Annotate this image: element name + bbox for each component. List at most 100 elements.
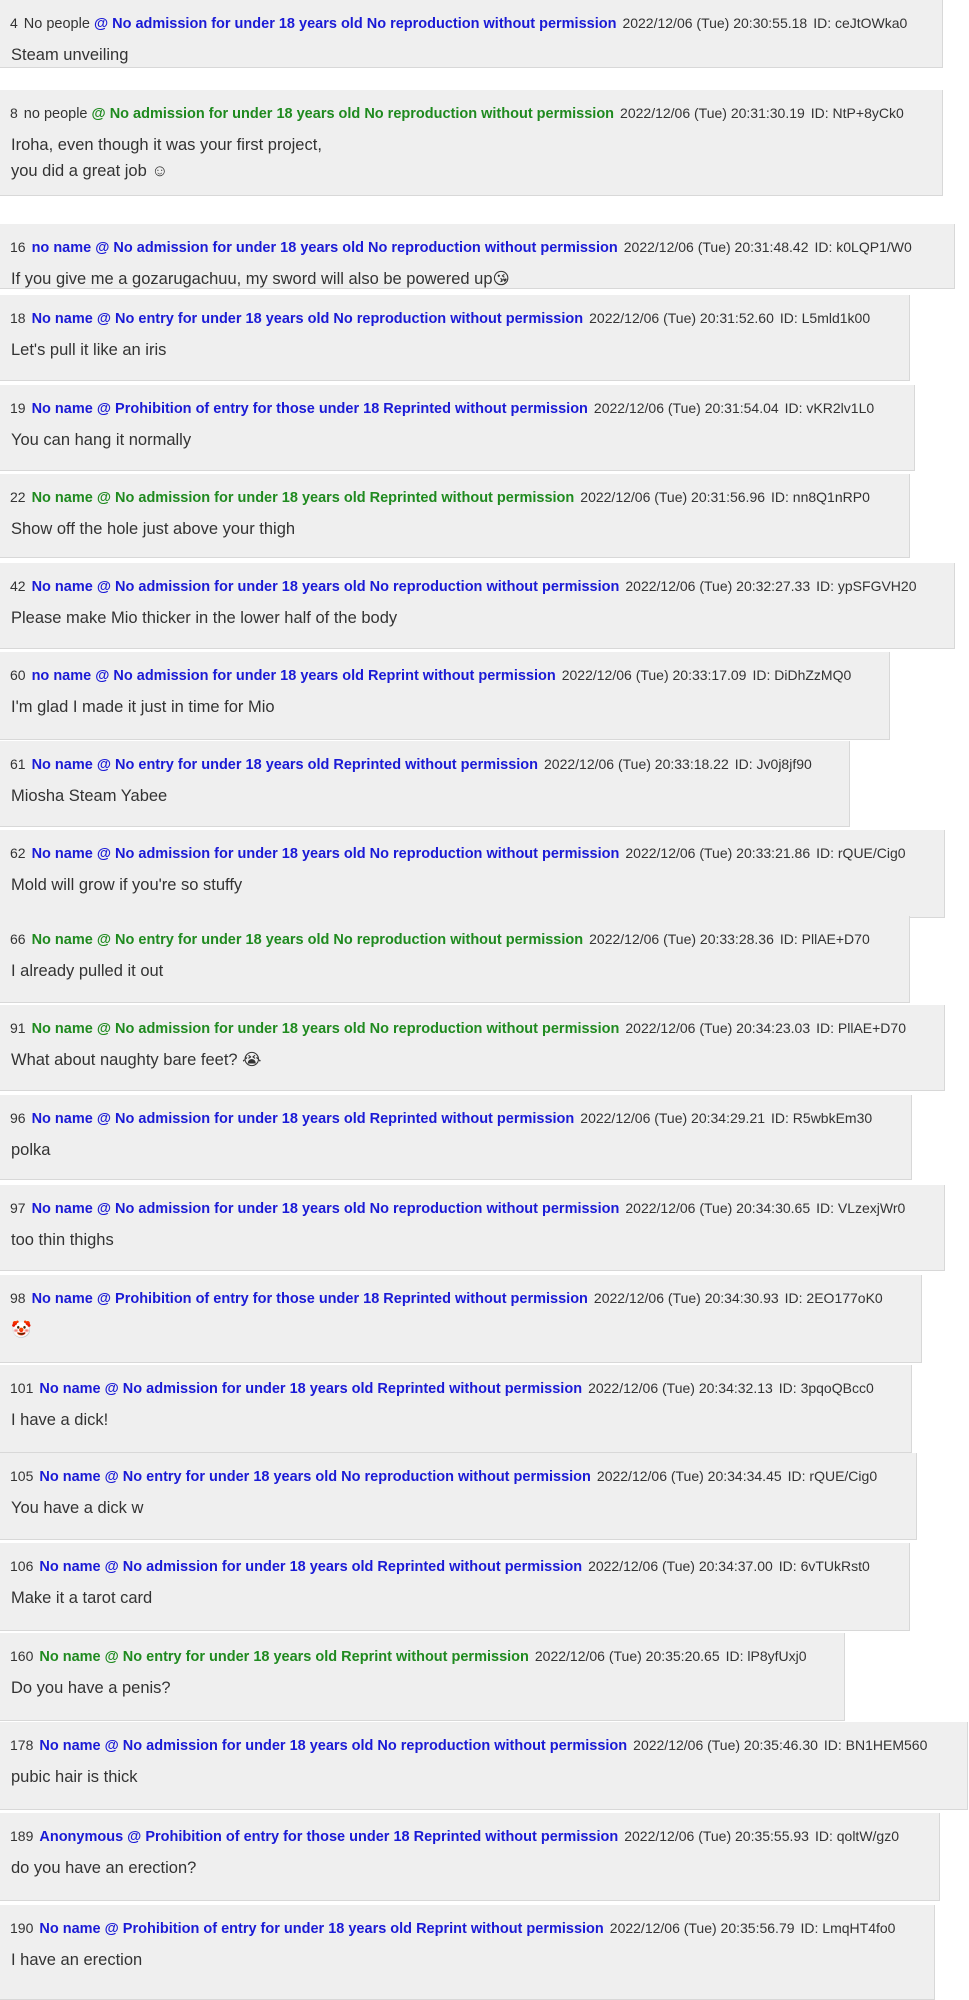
post-author[interactable]: No name @ Prohibition of entry for those… — [32, 1291, 588, 1307]
post-number[interactable]: 19 — [10, 400, 26, 416]
post-author[interactable]: No name @ No admission for under 18 year… — [32, 1021, 620, 1037]
post-author[interactable]: No name @ No entry for under 18 years ol… — [39, 1649, 529, 1665]
post-body: I have a dick! — [0, 1407, 911, 1433]
post-author-name: no name — [31, 668, 92, 684]
post-author[interactable]: No name @ No admission for under 18 year… — [39, 1559, 582, 1575]
post-id[interactable]: ID: rQUE/Cig0 — [788, 1468, 877, 1484]
post-author[interactable]: No name @ No entry for under 18 years ol… — [32, 311, 584, 327]
post-author-name: No name — [31, 579, 93, 595]
post-body: I already pulled it out — [0, 958, 909, 984]
post-body-line: I'm glad I made it just in time for Mio — [11, 698, 275, 716]
post-body: Make it a tarot card — [0, 1585, 909, 1611]
post: 62 No name @ No admission for under 18 ye… — [0, 830, 945, 918]
post-header: 105 No name @ No entry for under 18 years… — [0, 1466, 916, 1486]
post-id[interactable]: ID: BN1HEM560 — [824, 1737, 927, 1753]
post-number[interactable]: 91 — [10, 1020, 26, 1036]
post-id[interactable]: ID: ypSFGVH20 — [816, 578, 916, 594]
post-author-name: No name — [31, 490, 93, 506]
post-number[interactable]: 16 — [10, 239, 26, 255]
post-header: 16 no name @ No admission for under 18 ye… — [0, 237, 954, 257]
post-author[interactable]: Anonymous @ Prohibition of entry for tho… — [39, 1829, 618, 1845]
post-id[interactable]: ID: NtP+8yCk0 — [811, 105, 904, 121]
post-id[interactable]: ID: 2EO177oK0 — [785, 1290, 883, 1306]
post: 105 No name @ No entry for under 18 years… — [0, 1453, 917, 1540]
post-id[interactable]: ID: L5mld1k00 — [780, 310, 870, 326]
post-id[interactable]: ID: rQUE/Cig0 — [816, 845, 905, 861]
post-body-line: do you have an erection? — [11, 1859, 197, 1877]
post-number[interactable]: 96 — [10, 1110, 26, 1126]
post-number[interactable]: 66 — [10, 931, 26, 947]
post-body: 🤡 — [0, 1317, 921, 1343]
post-subject: @ No admission for under 18 years old Re… — [104, 1381, 583, 1397]
post-author[interactable]: no people @ No admission for under 18 ye… — [24, 106, 614, 122]
post-number[interactable]: 60 — [10, 667, 26, 683]
post-number[interactable]: 190 — [10, 1920, 33, 1936]
post-number[interactable]: 8 — [10, 105, 18, 121]
post-number[interactable]: 42 — [10, 578, 26, 594]
post-number[interactable]: 178 — [10, 1737, 33, 1753]
post-id[interactable]: ID: LmqHT4fo0 — [801, 1920, 896, 1936]
post-number[interactable]: 97 — [10, 1200, 26, 1216]
post-body-line: You have a dick w — [11, 1499, 144, 1517]
post-number[interactable]: 4 — [10, 15, 18, 31]
post-author[interactable]: No name @ No entry for under 18 years ol… — [32, 932, 584, 948]
post-number[interactable]: 106 — [10, 1558, 33, 1574]
post-author-name: No people — [23, 16, 90, 32]
post-number[interactable]: 22 — [10, 489, 26, 505]
post-author-name: no name — [31, 240, 92, 256]
post: 91 No name @ No admission for under 18 ye… — [0, 1005, 945, 1091]
post-number[interactable]: 98 — [10, 1290, 26, 1306]
post-author[interactable]: No name @ No admission for under 18 year… — [32, 1111, 575, 1127]
post-id[interactable]: ID: 3pqoQBcc0 — [779, 1380, 874, 1396]
post-author-name: No name — [31, 1021, 93, 1037]
post-id[interactable]: ID: Jv0j8jf90 — [735, 756, 812, 772]
post-id[interactable]: ID: lP8yfUxj0 — [726, 1648, 807, 1664]
post: 18 No name @ No entry for under 18 years … — [0, 295, 910, 381]
post-body-line: you did a great job ☺ — [11, 162, 169, 180]
post-id[interactable]: ID: DiDhZzMQ0 — [752, 667, 851, 683]
post-author[interactable]: No name @ No entry for under 18 years ol… — [39, 1469, 591, 1485]
post-number[interactable]: 61 — [10, 756, 26, 772]
post-number[interactable]: 160 — [10, 1648, 33, 1664]
post-number[interactable]: 101 — [10, 1380, 33, 1396]
post-number[interactable]: 62 — [10, 845, 26, 861]
post-id[interactable]: ID: 6vTUkRst0 — [779, 1558, 870, 1574]
post-author[interactable]: No name @ Prohibition of entry for those… — [32, 401, 588, 417]
post-author[interactable]: No name @ No admission for under 18 year… — [32, 1201, 620, 1217]
post-id[interactable]: ID: k0LQP1/W0 — [814, 239, 911, 255]
post: 190 No name @ Prohibition of entry for un… — [0, 1905, 935, 2000]
post-author-name: No name — [31, 1111, 93, 1127]
post-author[interactable]: No name @ Prohibition of entry for under… — [39, 1921, 603, 1937]
post-body: Please make Mio thicker in the lower hal… — [0, 605, 954, 631]
post-author-name: No name — [39, 1381, 101, 1397]
post-date: 2022/12/06 (Tue) 20:31:56.96 — [580, 489, 766, 505]
post-body: Do you have a penis? — [0, 1675, 844, 1701]
post-author[interactable]: No name @ No admission for under 18 year… — [32, 846, 620, 862]
post-number[interactable]: 189 — [10, 1828, 33, 1844]
post-id[interactable]: ID: nn8Q1nRP0 — [771, 489, 870, 505]
post-author-name: No name — [31, 932, 93, 948]
post-author[interactable]: No name @ No admission for under 18 year… — [32, 579, 620, 595]
post-id[interactable]: ID: qoltW/gz0 — [815, 1828, 899, 1844]
post-header: 190 No name @ Prohibition of entry for un… — [0, 1918, 934, 1938]
post-date: 2022/12/06 (Tue) 20:35:56.79 — [609, 1920, 795, 1936]
post-author[interactable]: No name @ No entry for under 18 years ol… — [32, 757, 538, 773]
post-subject: @ Prohibition of entry for those under 1… — [127, 1829, 619, 1845]
post-body: I'm glad I made it just in time for Mio — [0, 694, 889, 720]
post-number[interactable]: 105 — [10, 1468, 33, 1484]
post-number[interactable]: 18 — [10, 310, 26, 326]
post-id[interactable]: ID: PllAE+D70 — [780, 931, 870, 947]
post-id[interactable]: ID: vKR2lv1L0 — [785, 400, 874, 416]
post-author[interactable]: No name @ No admission for under 18 year… — [32, 490, 575, 506]
post-author[interactable]: No people @ No admission for under 18 ye… — [24, 16, 617, 32]
post-author[interactable]: No name @ No admission for under 18 year… — [39, 1738, 627, 1754]
post-id[interactable]: ID: ceJtOWka0 — [813, 15, 907, 31]
post: 98 No name @ Prohibition of entry for tho… — [0, 1275, 922, 1363]
post-author[interactable]: no name @ No admission for under 18 year… — [32, 240, 618, 256]
post-author[interactable]: no name @ No admission for under 18 year… — [32, 668, 556, 684]
post-header: 96 No name @ No admission for under 18 ye… — [0, 1108, 911, 1128]
post-id[interactable]: ID: R5wbkEm30 — [771, 1110, 872, 1126]
post-id[interactable]: ID: VLzexjWr0 — [816, 1200, 905, 1216]
post-id[interactable]: ID: PllAE+D70 — [816, 1020, 906, 1036]
post-author[interactable]: No name @ No admission for under 18 year… — [39, 1381, 582, 1397]
